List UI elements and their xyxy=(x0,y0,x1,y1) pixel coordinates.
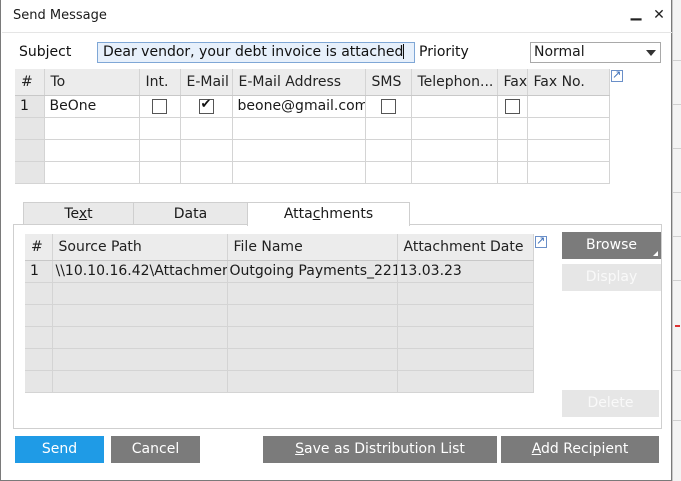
column-header-fax-no[interactable]: Fax No. xyxy=(527,69,610,96)
email-checkbox[interactable] xyxy=(198,97,214,114)
email-address-cell[interactable]: beone@gmail.com xyxy=(232,95,366,118)
send-button[interactable]: Send xyxy=(15,436,104,463)
title-divider xyxy=(2,32,672,33)
column-header-to[interactable]: To xyxy=(44,69,140,96)
column-header-source-path[interactable]: Source Path xyxy=(52,234,228,261)
save-as-distribution-list-button[interactable]: Save as Distribution List xyxy=(263,436,497,463)
table-row[interactable] xyxy=(15,117,610,140)
column-header-telephone[interactable]: Telephon... xyxy=(411,69,498,96)
column-header-email[interactable]: E-Mail xyxy=(180,69,233,96)
table-row[interactable] xyxy=(25,348,534,371)
email-cell xyxy=(180,95,233,118)
delete-label: Delete xyxy=(587,395,634,411)
column-header-email-address[interactable]: E-Mail Address xyxy=(232,69,366,96)
expand-attachments-icon[interactable] xyxy=(535,234,547,248)
fax-checkbox[interactable] xyxy=(504,98,520,114)
close-icon[interactable]: ✕ xyxy=(650,6,668,24)
text-caret xyxy=(403,44,405,59)
column-header-file-name[interactable]: File Name xyxy=(227,234,398,261)
tab-data[interactable]: Data xyxy=(133,202,248,225)
row-number: 1 xyxy=(25,260,53,283)
priority-select[interactable]: Normal xyxy=(530,42,661,63)
attachments-table: # Source Path File Name Attachment Date … xyxy=(25,234,534,393)
minimize-icon[interactable]: ▁ xyxy=(627,4,645,22)
delete-button[interactable]: Delete xyxy=(562,390,659,417)
table-row[interactable] xyxy=(15,161,610,184)
tab-text[interactable]: Text xyxy=(23,202,134,225)
display-button[interactable]: Display xyxy=(562,264,661,291)
dropdown-corner-icon xyxy=(653,251,658,256)
row-number: 1 xyxy=(15,95,45,118)
browse-label: Browse xyxy=(586,237,637,253)
fax-no-cell[interactable] xyxy=(527,95,610,118)
table-row[interactable] xyxy=(25,326,534,349)
table-row[interactable] xyxy=(25,282,534,305)
column-header-attachment-date[interactable]: Attachment Date xyxy=(397,234,534,261)
add-recipient-button[interactable]: Add Recipient xyxy=(501,436,659,463)
column-header-num[interactable]: # xyxy=(15,69,45,96)
column-header-sms[interactable]: SMS xyxy=(365,69,412,96)
telephone-cell[interactable] xyxy=(411,95,498,118)
sms-checkbox[interactable] xyxy=(380,98,396,114)
table-row[interactable] xyxy=(25,370,534,393)
column-header-fax[interactable]: Fax xyxy=(497,69,528,96)
tab-attachments[interactable]: Attachments xyxy=(247,202,410,226)
internal-cell xyxy=(139,95,181,118)
subject-text: Dear vendor, your debt invoice is attach… xyxy=(103,44,404,60)
recipients-header-row: # To Int. E-Mail E-Mail Address SMS Tele… xyxy=(15,69,610,96)
recipient-to-cell[interactable]: BeOne xyxy=(44,95,140,118)
priority-value: Normal xyxy=(534,44,585,60)
title-bar: Send Message ▁ ✕ xyxy=(1,0,673,32)
column-header-internal[interactable]: Int. xyxy=(139,69,181,96)
attachment-date-cell[interactable]: 13.03.23 xyxy=(397,260,534,283)
window-title: Send Message xyxy=(13,8,107,23)
send-message-dialog: Send Message ▁ ✕ Subject Dear vendor, yo… xyxy=(0,0,672,481)
cancel-label: Cancel xyxy=(131,441,180,457)
cancel-button[interactable]: Cancel xyxy=(111,436,200,463)
source-path-cell[interactable]: \\10.10.16.42\AttachmentF xyxy=(52,260,228,283)
subject-input[interactable]: Dear vendor, your debt invoice is attach… xyxy=(97,42,415,63)
chevron-down-icon[interactable] xyxy=(646,50,656,56)
table-row[interactable]: 1 \\10.10.16.42\AttachmentF Outgoing Pay… xyxy=(25,260,534,283)
fax-cell xyxy=(497,95,528,118)
browse-button[interactable]: Browse xyxy=(562,232,661,259)
send-label: Send xyxy=(41,441,78,457)
sms-cell xyxy=(365,95,412,118)
internal-checkbox[interactable] xyxy=(152,98,167,114)
column-header-num[interactable]: # xyxy=(25,234,53,261)
table-row[interactable]: 1 BeOne beone@gmail.com xyxy=(15,95,610,118)
priority-label: Priority xyxy=(419,44,469,60)
subject-label: Subject xyxy=(19,44,72,60)
expand-recipients-icon[interactable] xyxy=(611,68,623,82)
recipients-table: # To Int. E-Mail E-Mail Address SMS Tele… xyxy=(15,69,610,184)
file-name-cell[interactable]: Outgoing Payments_2217C xyxy=(227,260,398,283)
table-row[interactable] xyxy=(25,304,534,327)
attachments-header-row: # Source Path File Name Attachment Date xyxy=(25,234,534,261)
background-app-edge xyxy=(672,0,681,481)
table-row[interactable] xyxy=(15,139,610,162)
display-label: Display xyxy=(585,269,638,285)
